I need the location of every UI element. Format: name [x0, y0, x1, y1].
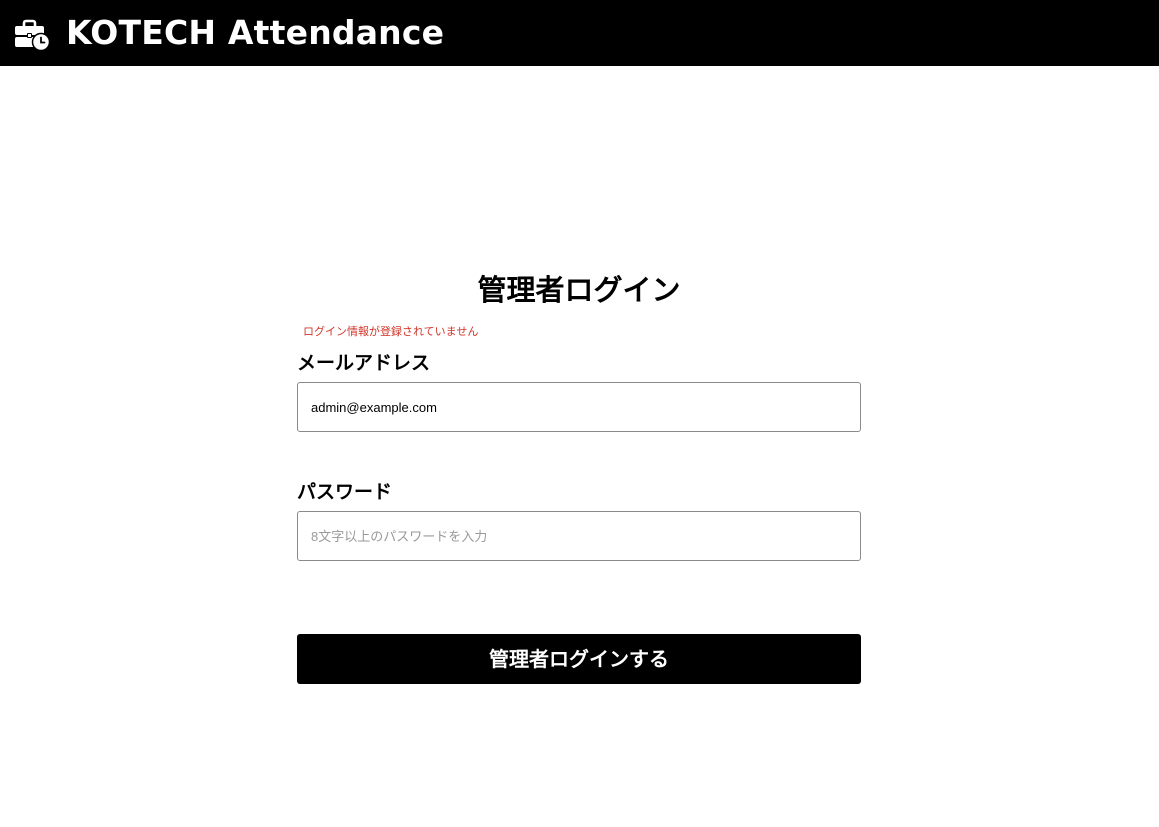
- admin-login-button[interactable]: 管理者ログインする: [297, 634, 861, 684]
- briefcase-clock-icon: [15, 19, 50, 51]
- page-title: 管理者ログイン: [477, 273, 681, 307]
- app-header: KOTECH Attendance: [0, 0, 1159, 66]
- email-label: メールアドレス: [297, 352, 431, 374]
- login-error-message: ログイン情報が登録されていません: [303, 325, 479, 338]
- password-label: パスワード: [297, 481, 393, 503]
- password-field[interactable]: [297, 511, 861, 561]
- email-field[interactable]: [297, 382, 861, 432]
- app-title: KOTECH Attendance: [66, 13, 445, 52]
